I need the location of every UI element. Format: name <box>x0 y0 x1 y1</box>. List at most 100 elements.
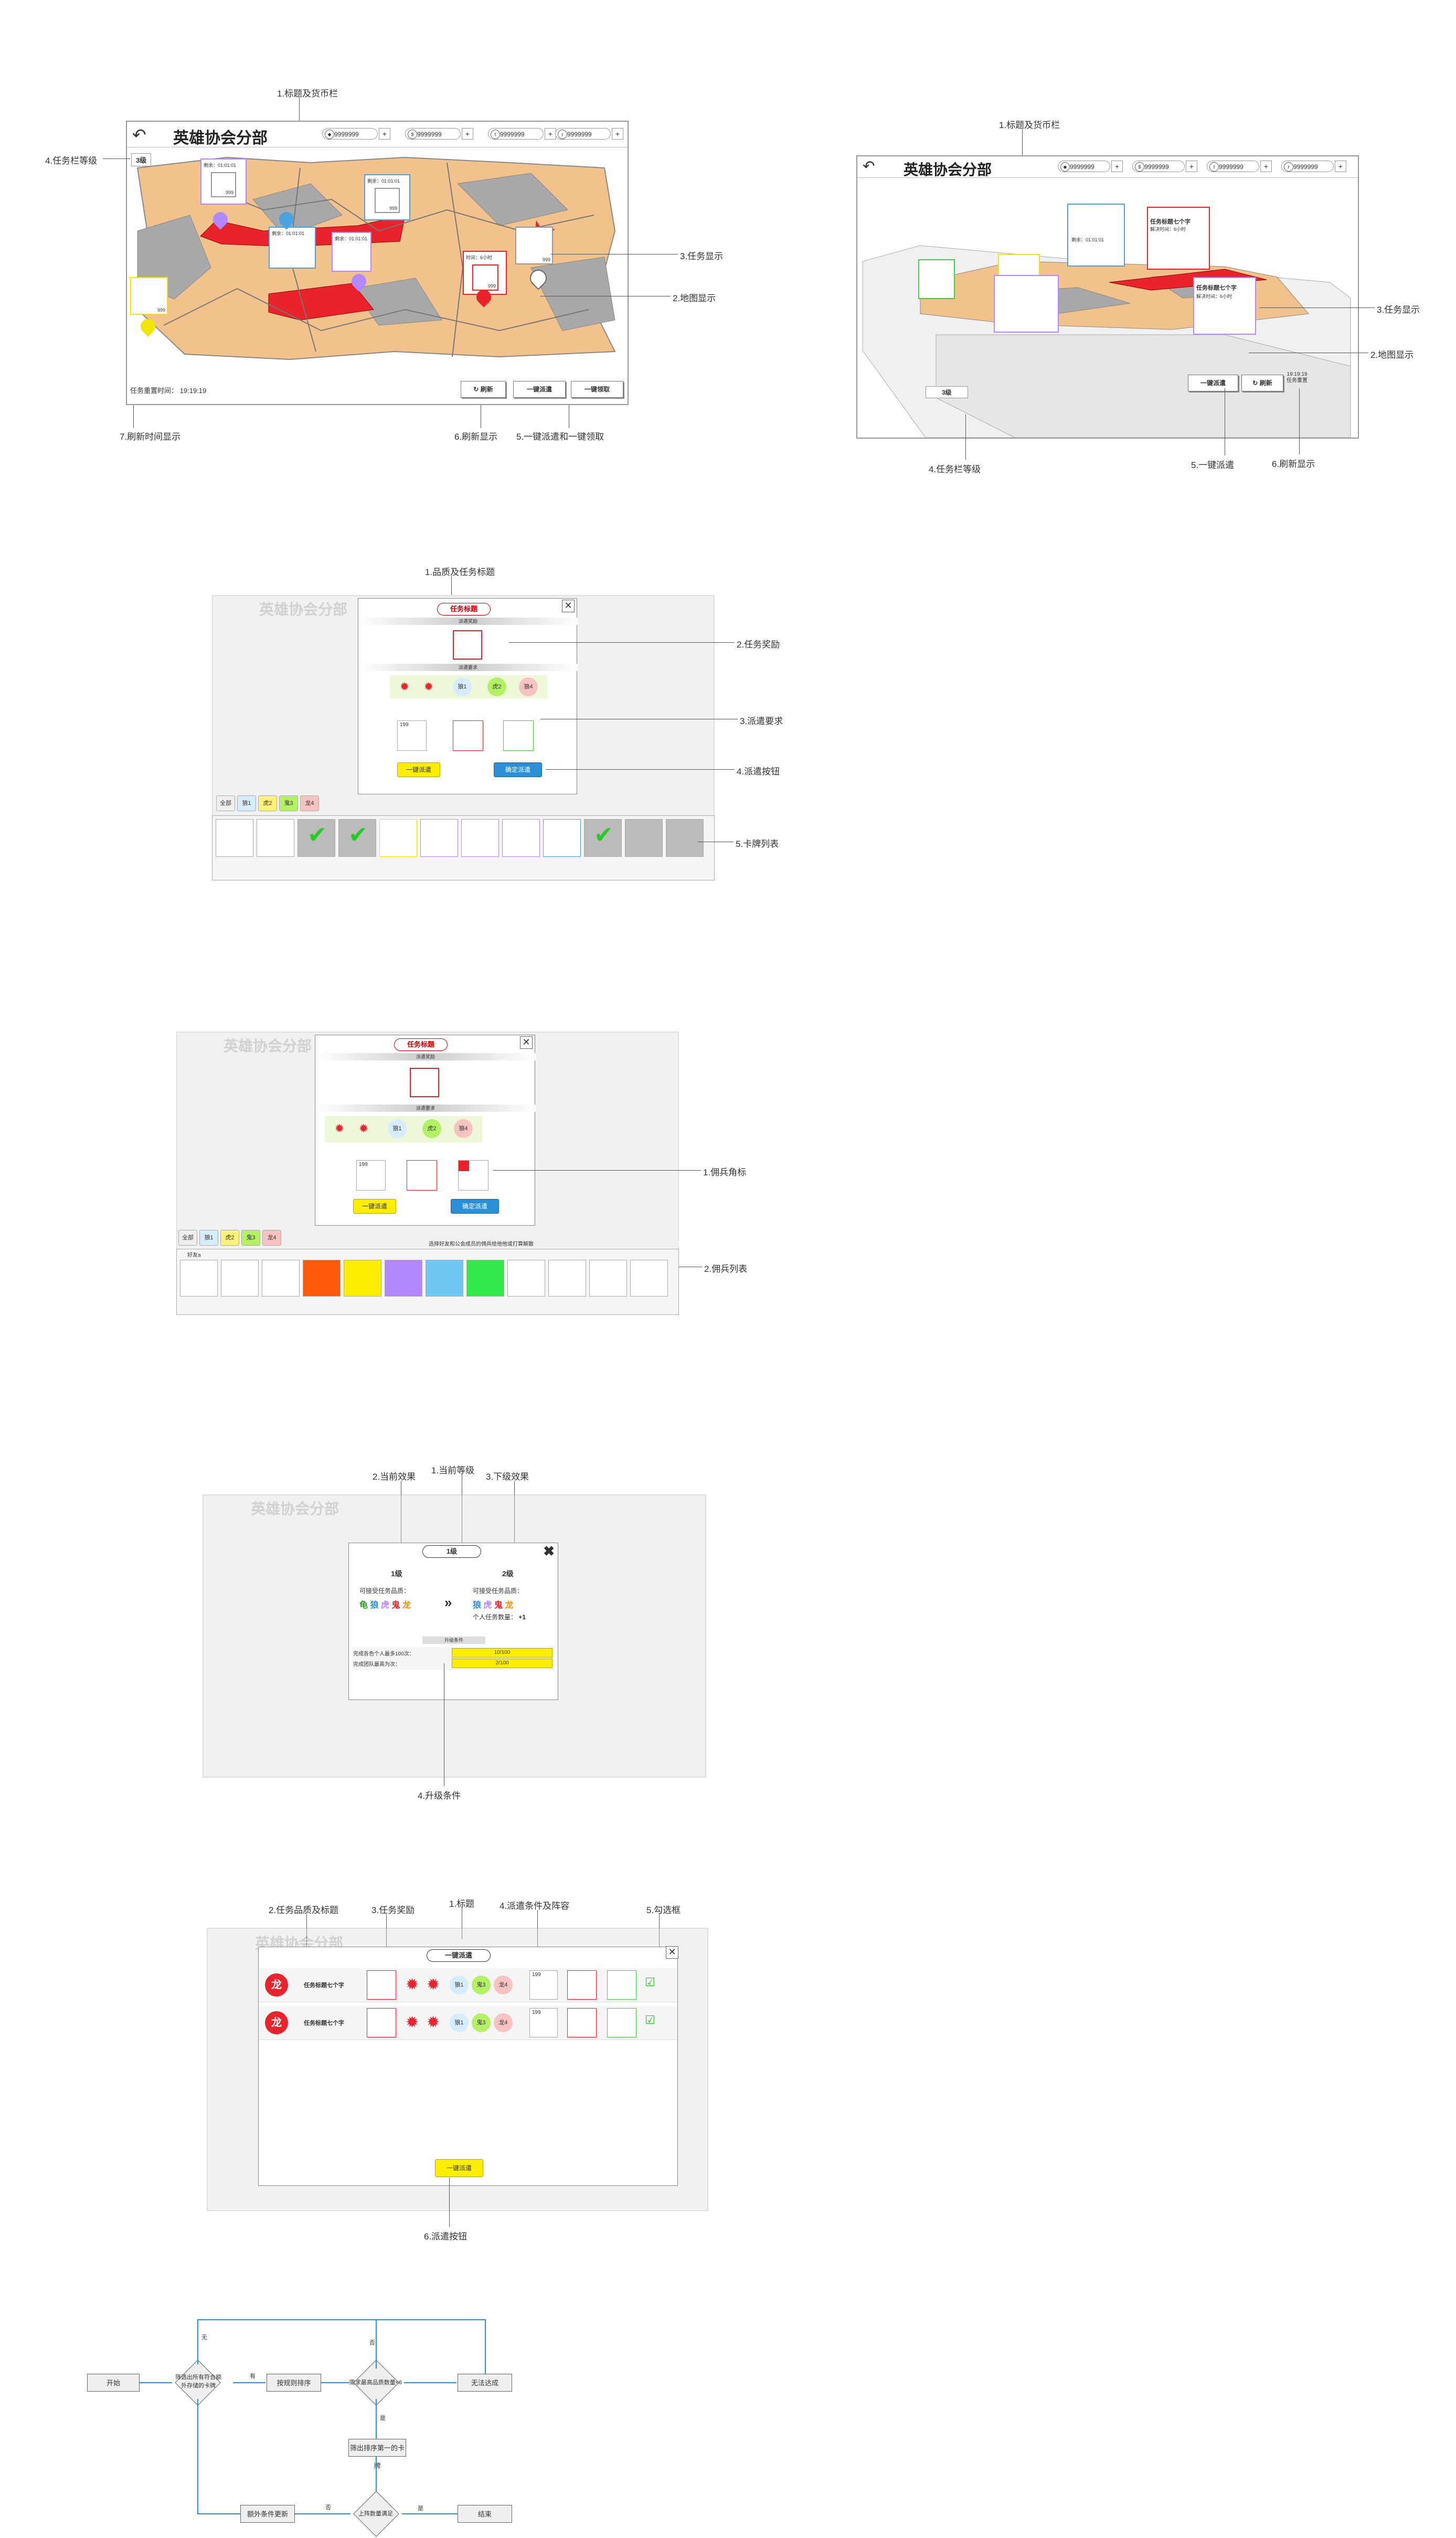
tab-tiger[interactable]: 虎2 <box>220 1230 239 1246</box>
auto-dispatch-button[interactable]: 一键派遣 <box>353 1199 396 1214</box>
row-checkbox[interactable]: ☑ <box>645 2013 655 2027</box>
task-card[interactable]: 剩余：01:01:01 <box>1067 204 1125 267</box>
reward-slot <box>367 1970 396 2000</box>
card-item[interactable] <box>502 819 540 857</box>
confirm-dispatch-button[interactable]: 确定派遣 <box>451 1199 499 1214</box>
back-arrow-icon[interactable]: ↶ <box>863 157 875 175</box>
mercenary-item[interactable] <box>221 1260 259 1297</box>
add-ticket-button[interactable]: + <box>612 128 623 140</box>
task-card[interactable] <box>918 259 955 299</box>
task-card[interactable]: 剩余：01:01:01 999 <box>200 158 247 205</box>
add-gem-button[interactable]: + <box>379 128 390 140</box>
currency-ticket: r 9999999 <box>555 128 611 140</box>
task-card[interactable]: 剩余：01:01:01 999 <box>364 174 410 220</box>
mercenary-item[interactable] <box>589 1260 627 1297</box>
tab-all[interactable]: 全部 <box>178 1230 197 1246</box>
note-card-list: 5.卡牌列表 <box>736 839 779 849</box>
mercenary-item[interactable] <box>426 1260 463 1297</box>
burst-icon: ✹ <box>358 1122 369 1135</box>
add-coin-button[interactable]: + <box>1186 161 1197 172</box>
auto-dispatch-button[interactable]: 一键派遣 <box>435 2159 483 2177</box>
task-card[interactable] <box>994 275 1059 333</box>
claim-all-button[interactable]: 一键领取 <box>571 381 623 398</box>
tab-dragon[interactable]: 龙4 <box>300 795 319 811</box>
task-card[interactable]: 999 <box>130 277 168 315</box>
team-slot[interactable]: 199 <box>529 2008 558 2037</box>
tab-wolf[interactable]: 狼1 <box>199 1230 218 1246</box>
req-badge: 狼4 <box>454 1119 473 1138</box>
dispatch-all-button[interactable]: 一键派遣 <box>513 381 566 398</box>
team-slot[interactable] <box>567 2008 597 2037</box>
note-upgrade: 4.升级条件 <box>418 1791 461 1801</box>
card-item[interactable] <box>625 819 663 857</box>
mercenary-item[interactable] <box>548 1260 586 1297</box>
mercenary-item[interactable] <box>303 1260 341 1297</box>
back-arrow-icon[interactable]: ↶ <box>132 125 146 145</box>
team-slot[interactable] <box>503 720 534 751</box>
confirm-dispatch-button[interactable]: 确定派遣 <box>494 762 542 777</box>
tab-all[interactable]: 全部 <box>216 795 235 811</box>
team-slot[interactable] <box>607 1970 636 2000</box>
tab-tiger[interactable]: 虎2 <box>258 795 277 811</box>
mercenary-item[interactable] <box>180 1260 218 1297</box>
task-card[interactable]: 任务标题七个字 解决时间：6小时 <box>1147 207 1210 270</box>
card-item[interactable] <box>543 819 581 857</box>
mercenary-item[interactable] <box>262 1260 300 1297</box>
close-icon[interactable]: ✕ <box>520 1036 533 1049</box>
add-token-button[interactable]: + <box>545 128 556 140</box>
title-bar: ↶ 英雄协会分部 ◆ 9999999 + $9999999 + t 9999999 … <box>127 122 628 147</box>
tab-ghost[interactable]: 鬼3 <box>241 1230 260 1246</box>
close-icon[interactable]: ✕ <box>666 1946 678 1959</box>
mercenary-item[interactable] <box>344 1260 381 1297</box>
task-card[interactable]: 剩余：01:01:01 <box>332 232 371 272</box>
mercenary-item[interactable] <box>385 1260 422 1297</box>
note-map-display: 2.地图显示 <box>1370 350 1414 360</box>
add-token-button[interactable]: + <box>1260 161 1272 172</box>
refresh-button[interactable]: ↻ 刷新 <box>461 381 506 398</box>
close-icon[interactable]: ✖ <box>543 1543 555 1559</box>
card-item[interactable] <box>461 819 499 857</box>
mercenary-item[interactable] <box>466 1260 504 1297</box>
auto-dispatch-button[interactable]: 一键派遣 <box>397 762 440 777</box>
team-slot[interactable] <box>407 1160 437 1191</box>
team-slot[interactable] <box>607 2008 636 2037</box>
tab-dragon[interactable]: 龙4 <box>262 1230 281 1246</box>
next-level: 2级 <box>502 1569 514 1578</box>
card-item[interactable] <box>420 819 458 857</box>
task-card[interactable]: 任务标题七个字 解决时间：6小时 <box>1193 277 1256 335</box>
req-badge: 狼4 <box>519 677 538 696</box>
mercenary-item[interactable] <box>630 1260 668 1297</box>
card-item[interactable] <box>666 819 704 857</box>
refresh-button[interactable]: ↻ 刷新 <box>1241 375 1283 391</box>
team-slot[interactable]: 199 <box>397 720 427 751</box>
team-slot[interactable] <box>453 720 483 751</box>
card-item[interactable]: ✔ <box>584 819 622 857</box>
task-card[interactable]: 时间：6小时 999 <box>463 251 507 295</box>
dispatch-all-button[interactable]: 一键派遣 <box>1188 375 1238 391</box>
currency-coin: $9999999 <box>405 128 461 140</box>
tab-wolf[interactable]: 狼1 <box>237 795 256 811</box>
add-gem-button[interactable]: + <box>1111 161 1123 172</box>
team-slot[interactable]: 199 <box>356 1160 386 1191</box>
card-item[interactable]: ✔ <box>297 819 335 857</box>
row-checkbox[interactable]: ☑ <box>645 1976 655 1989</box>
task-card[interactable]: 剩余：01:01:01 <box>269 227 316 269</box>
team-slot[interactable] <box>458 1160 488 1191</box>
level-modal: 1级 ✖ 1级 2级 可接受任务品质： 龟 狼 虎 鬼 龙 » 可接受任务品质：… <box>348 1543 558 1700</box>
current-grades: 龟 狼 虎 鬼 龙 <box>359 1601 411 1610</box>
add-coin-button[interactable]: + <box>462 128 473 140</box>
next-grades: 狼 虎 鬼 龙 <box>473 1601 514 1610</box>
card-item[interactable] <box>379 819 417 857</box>
note-map-display: 2.地图显示 <box>673 293 716 303</box>
add-ticket-button[interactable]: + <box>1335 161 1346 172</box>
team-slot[interactable]: 199 <box>529 1970 558 2000</box>
tab-ghost[interactable]: 鬼3 <box>279 795 298 811</box>
mercenary-item[interactable] <box>507 1260 545 1297</box>
task-card[interactable]: 999 <box>515 227 553 264</box>
card-item[interactable] <box>216 819 253 857</box>
card-item[interactable]: ✔ <box>338 819 376 857</box>
card-item[interactable] <box>257 819 294 857</box>
close-icon[interactable]: ✕ <box>562 600 575 612</box>
refresh-time: 任务重置时间： 19:19:19 <box>130 387 207 395</box>
team-slot[interactable] <box>567 1970 597 2000</box>
